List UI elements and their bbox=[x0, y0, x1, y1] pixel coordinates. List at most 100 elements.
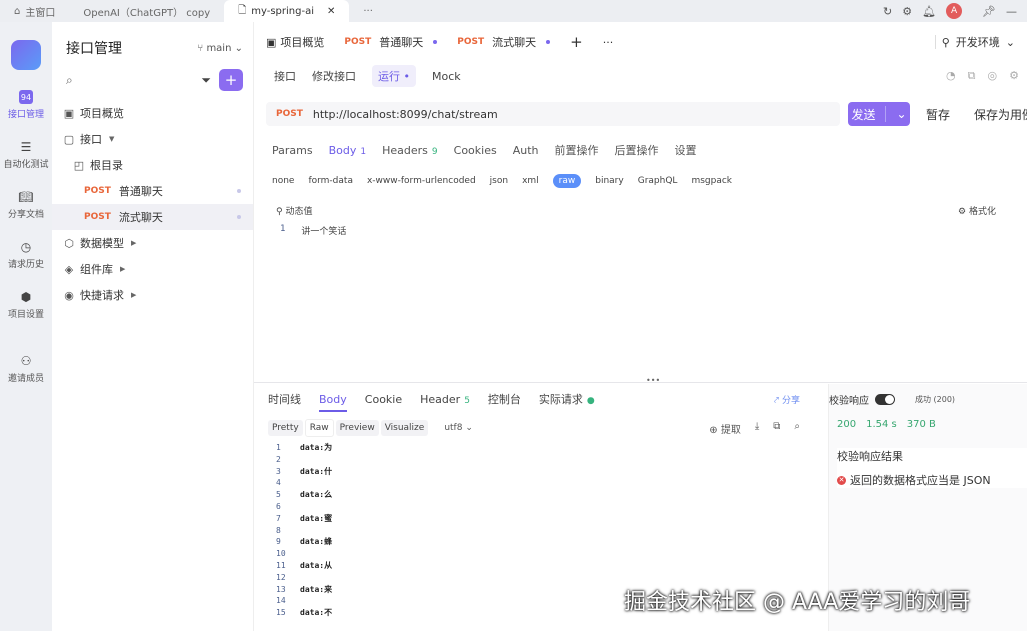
code-line: 1 data:为 bbox=[276, 443, 333, 452]
tab-stream-chat[interactable]: POST 流式聊天 bbox=[457, 34, 551, 50]
tab-edit-api[interactable]: 修改接口 bbox=[312, 68, 356, 84]
close-icon[interactable]: ✕ bbox=[327, 6, 335, 17]
url-input[interactable]: POST http://localhost:8099/chat/stream bbox=[266, 102, 840, 126]
filter-icon[interactable]: ⏷ bbox=[201, 73, 211, 88]
tab-headers[interactable]: Headers 9 bbox=[382, 144, 438, 157]
tree-item-components[interactable]: ◈ 组件库 ▶ bbox=[52, 256, 253, 282]
more-tabs-button[interactable]: ··· bbox=[349, 0, 387, 22]
tab-cookies[interactable]: Cookies bbox=[454, 144, 497, 157]
encoding-select[interactable]: utf8 ⌄ bbox=[444, 423, 473, 433]
nav-item-test[interactable]: ☰ 自动化测试 bbox=[0, 140, 52, 170]
tab-run[interactable]: 运行 • bbox=[372, 65, 416, 87]
window-tab-home[interactable]: ⌂ 主窗口 bbox=[0, 0, 69, 22]
tab-post-actions[interactable]: 后置操作 bbox=[615, 142, 659, 158]
body-type-graphql[interactable]: GraphQL bbox=[638, 176, 678, 186]
save-as-case-button[interactable]: 保存为用例 bbox=[966, 106, 1027, 123]
tab-response-cookie[interactable]: Cookie bbox=[365, 393, 402, 406]
body-type-none[interactable]: none bbox=[272, 176, 294, 186]
pin-icon[interactable]: 📌︎ bbox=[982, 5, 996, 18]
tab-settings[interactable]: 设置 bbox=[675, 142, 697, 158]
window-tab-my-spring-ai[interactable]: 🗋 my-spring-ai ✕ bbox=[224, 0, 350, 22]
body-editor[interactable]: 1 讲一个笑话 bbox=[280, 224, 346, 237]
status-dot bbox=[237, 189, 241, 193]
tree-item-normal-chat[interactable]: POST 普通聊天 bbox=[52, 178, 253, 204]
search-icon[interactable]: ⌕ bbox=[794, 421, 800, 436]
code-line: 6 bbox=[276, 501, 281, 511]
tab-overview[interactable]: ▣ 项目概览 bbox=[266, 34, 324, 50]
minimize-icon[interactable]: — bbox=[1006, 5, 1017, 18]
tab-console[interactable]: 控制台 bbox=[488, 391, 521, 407]
tab-mock[interactable]: Mock bbox=[432, 70, 461, 83]
extract-button[interactable]: ⊕ 提取 bbox=[709, 421, 741, 436]
format-button[interactable]: ⚙ 格式化 bbox=[958, 204, 996, 217]
code-icon[interactable]: ◎ bbox=[988, 69, 998, 83]
copy-icon[interactable]: ⧉ bbox=[773, 421, 780, 436]
body-type-json[interactable]: json bbox=[490, 176, 508, 186]
tab-response-header[interactable]: Header 5 bbox=[420, 393, 470, 406]
verify-result-card: 校验响应结果 ✕ 返回的数据格式应当是 JSON bbox=[837, 448, 1027, 488]
gear-icon[interactable]: ⚙ bbox=[902, 5, 912, 18]
view-mode-row: Pretty Raw Preview Visualize utf8 ⌄ ⊕ 提取… bbox=[254, 414, 814, 442]
tab-body[interactable]: Body 1 bbox=[329, 144, 367, 157]
tree-item-data-model[interactable]: ⬡ 数据模型 ▶ bbox=[52, 230, 253, 256]
download-icon[interactable]: ⤓ bbox=[755, 421, 759, 436]
tab-normal-chat[interactable]: POST 普通聊天 bbox=[344, 34, 438, 50]
tab-timeline[interactable]: 时间线 bbox=[268, 391, 301, 407]
settings-icon[interactable]: ⚙ bbox=[1009, 69, 1019, 83]
refresh-icon[interactable]: ↻ bbox=[883, 5, 892, 18]
body-type-binary[interactable]: binary bbox=[595, 176, 623, 186]
avatar[interactable]: A bbox=[946, 3, 963, 19]
env-icon: ⚲ bbox=[941, 35, 950, 49]
tree-item-root[interactable]: ◰ 根目录 bbox=[52, 152, 253, 178]
tab-actual-request[interactable]: 实际请求 ● bbox=[539, 391, 595, 407]
dynamic-value-button[interactable]: ⚲ 动态值 bbox=[276, 204, 312, 217]
view-visualize[interactable]: Visualize bbox=[380, 420, 429, 436]
tab-response-body[interactable]: Body bbox=[319, 393, 347, 412]
tree-item-overview[interactable]: ▣ 项目概览 bbox=[52, 100, 253, 126]
view-raw[interactable]: Raw bbox=[304, 419, 334, 437]
share-button[interactable]: ⤤ 分享 bbox=[774, 393, 800, 406]
view-pretty[interactable]: Pretty bbox=[268, 420, 303, 436]
body-type-xml[interactable]: xml bbox=[522, 176, 539, 186]
tree-item-stream-chat[interactable]: POST 流式聊天 bbox=[52, 204, 253, 230]
tree-item-api[interactable]: ▢ 接口 ▼ bbox=[52, 126, 253, 152]
history-icon[interactable]: ◔ bbox=[946, 69, 956, 83]
nav-item-history[interactable]: ◷ 请求历史 bbox=[0, 240, 52, 270]
unsaved-dot bbox=[433, 40, 438, 44]
add-button[interactable]: + bbox=[219, 69, 243, 91]
add-tab-button[interactable]: + bbox=[570, 33, 583, 51]
bell-icon[interactable]: 🔔︎ bbox=[922, 5, 936, 18]
env-selector[interactable]: ⚲ 开发环境 ⌄ bbox=[934, 34, 1015, 50]
tab-auth[interactable]: Auth bbox=[513, 144, 539, 157]
search-input[interactable]: ⌕ bbox=[66, 68, 193, 92]
tree-item-quick-request[interactable]: ◉ 快捷请求 ▶ bbox=[52, 282, 253, 308]
method-selector[interactable]: POST bbox=[276, 109, 303, 119]
add-user-icon: ⚇ bbox=[20, 354, 32, 368]
window-tab-openai[interactable]: OpenAI（ChatGPT） copy bbox=[69, 0, 224, 22]
nav-item-api[interactable]: 94 接口管理 bbox=[0, 90, 52, 120]
sidebar: 接口管理 ⑂ main ⌄ ⌕ ⏷ + ▣ 项目概览 ▢ 接口 ▼ ◰ 根目录 POST… bbox=[52, 22, 254, 631]
body-type-form-data[interactable]: form-data bbox=[308, 176, 353, 186]
tab-params[interactable]: Params bbox=[272, 144, 313, 157]
code-line: 5 data:么 bbox=[276, 490, 333, 500]
nav-item-settings[interactable]: ⬢ 项目设置 bbox=[0, 290, 52, 320]
tab-pre-actions[interactable]: 前置操作 bbox=[555, 142, 599, 158]
watermark: 掘金技术社区 @ AAA爱学习的刘哥 bbox=[624, 590, 971, 615]
body-type-msgpack[interactable]: msgpack bbox=[691, 176, 732, 186]
folder-icon: ▢ bbox=[63, 132, 75, 146]
clock-icon: ◷ bbox=[20, 240, 32, 254]
send-button[interactable]: 发送 ⌄ bbox=[848, 102, 910, 126]
more-button[interactable]: ··· bbox=[603, 36, 614, 49]
verify-toggle[interactable] bbox=[875, 394, 895, 405]
panel-splitter[interactable] bbox=[254, 382, 1027, 383]
body-type-urlencoded[interactable]: x-www-form-urlencoded bbox=[367, 176, 476, 186]
caret-right-icon: ▶ bbox=[131, 291, 137, 299]
branch-selector[interactable]: ⑂ main ⌄ bbox=[197, 43, 243, 54]
nav-item-invite[interactable]: ⚇ 邀请成员 bbox=[0, 354, 52, 384]
body-type-raw[interactable]: raw bbox=[552, 174, 582, 188]
nav-item-doc[interactable]: 📖︎ 分享文档 bbox=[0, 190, 52, 220]
tab-api[interactable]: 接口 bbox=[274, 68, 296, 84]
view-preview[interactable]: Preview bbox=[335, 420, 379, 436]
save-button[interactable]: 暂存 bbox=[918, 106, 958, 123]
copy-icon[interactable]: ⧉ bbox=[968, 69, 976, 83]
